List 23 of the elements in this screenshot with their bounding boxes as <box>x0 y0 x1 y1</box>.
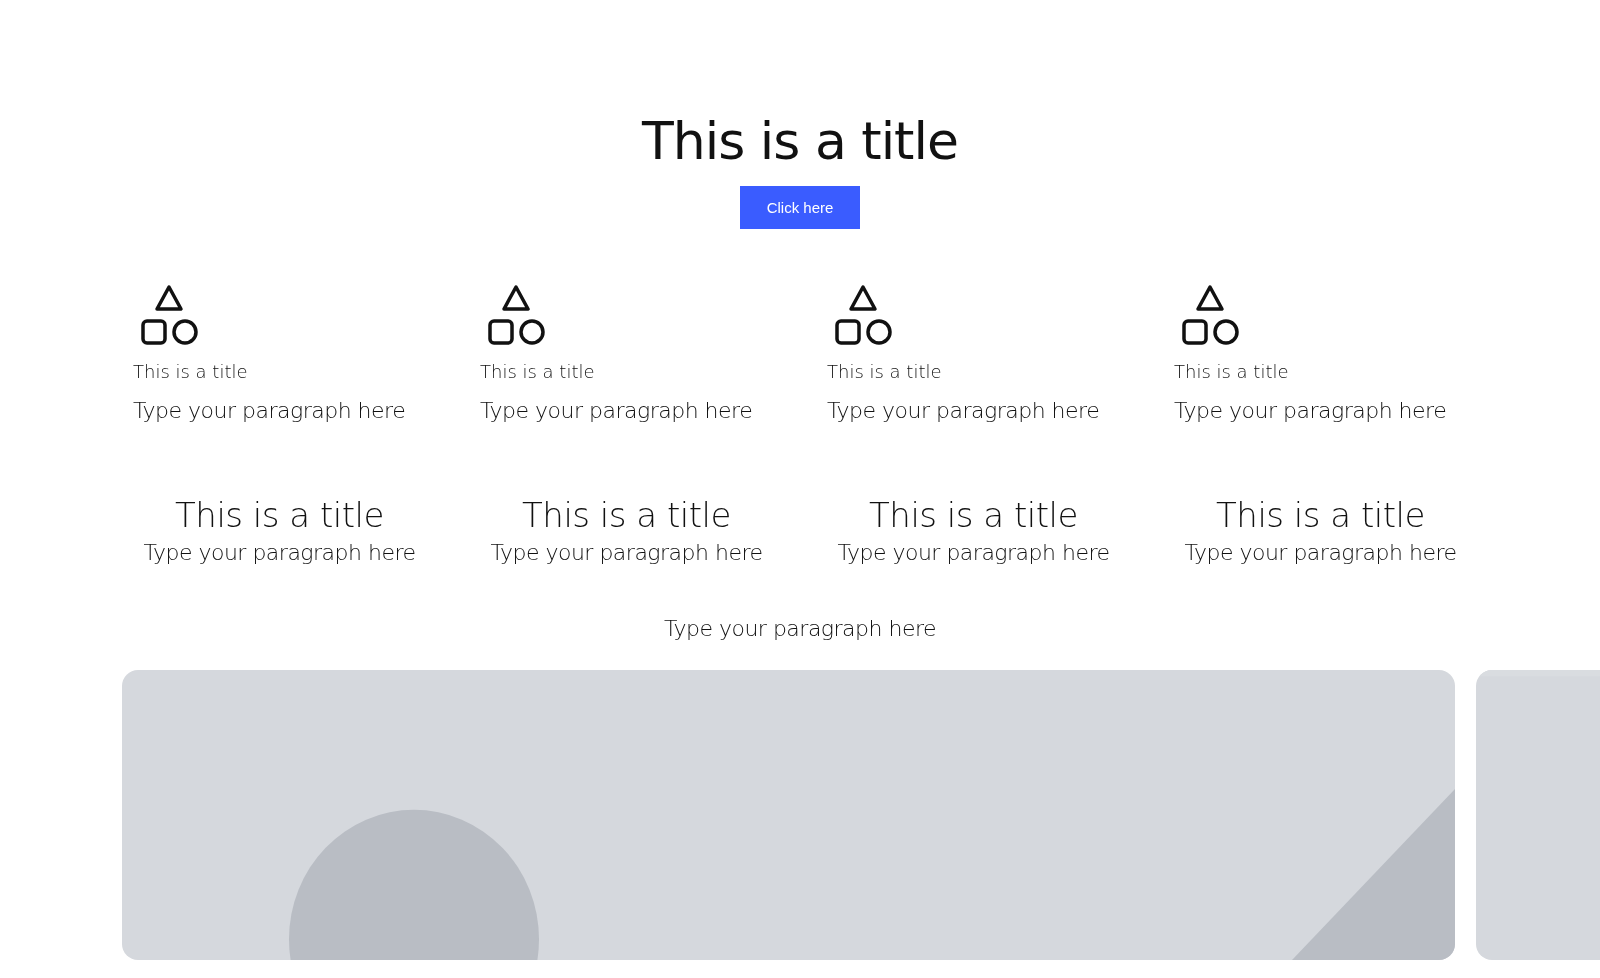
click-button[interactable]: Click here <box>740 186 860 229</box>
card-text: Type your paragraph here <box>490 539 763 567</box>
card-text: Type your paragraph here <box>143 539 416 567</box>
card-title: This is a title <box>1216 494 1425 536</box>
shapes-icon <box>139 284 199 346</box>
feature-text: Type your paragraph here <box>1174 397 1447 425</box>
shapes-icon <box>1180 284 1240 346</box>
paragraph: Type your paragraph here <box>662 615 938 643</box>
feature-title: This is a title <box>480 360 595 384</box>
feature-text: Type your paragraph here <box>827 397 1100 425</box>
card-title: This is a title <box>175 494 384 536</box>
feature-text: Type your paragraph here <box>133 397 406 425</box>
shapes-icon <box>833 284 893 346</box>
page-title: This is a title <box>642 110 958 173</box>
card-title: This is a title <box>522 494 731 536</box>
feature-title: This is a title <box>133 360 248 384</box>
shapes-icon <box>486 284 546 346</box>
feature-text: Type your paragraph here <box>480 397 753 425</box>
card-text: Type your paragraph here <box>837 539 1110 567</box>
feature-title: This is a title <box>1174 360 1289 384</box>
card-title: This is a title <box>869 494 1078 536</box>
card-text: Type your paragraph here <box>1184 539 1457 567</box>
feature-title: This is a title <box>827 360 942 384</box>
